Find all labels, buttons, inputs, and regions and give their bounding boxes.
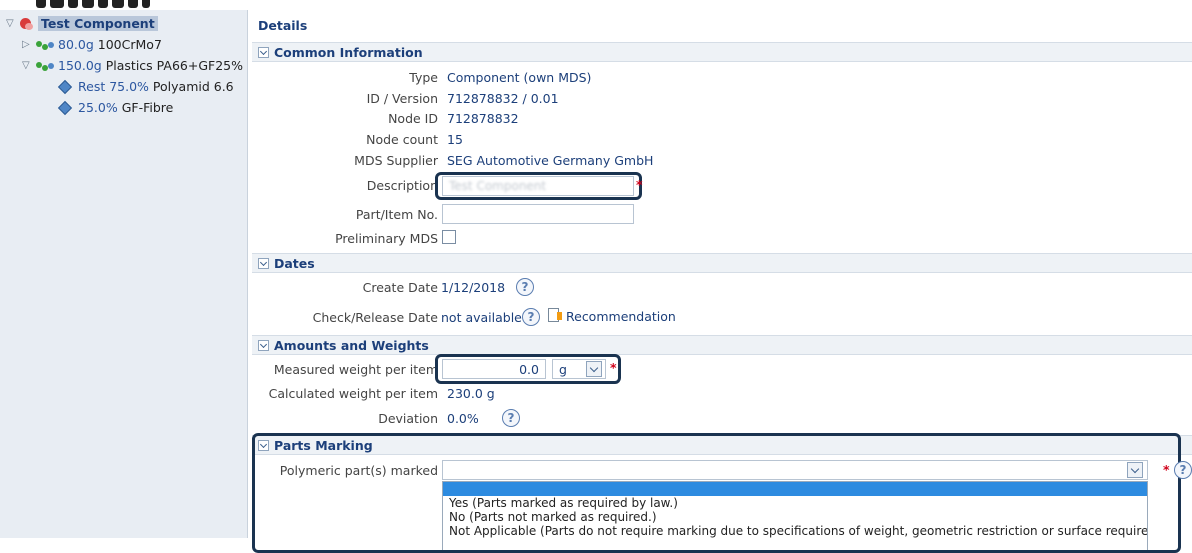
tree-item-name: GF-Fibre xyxy=(121,100,174,115)
node-count-label: Node count xyxy=(366,132,438,147)
help-icon[interactable]: ? xyxy=(502,409,520,427)
preliminary-mds-checkbox[interactable] xyxy=(442,230,456,244)
expand-toggle-icon[interactable]: ▷ xyxy=(22,39,36,50)
preliminary-mds-label: Preliminary MDS xyxy=(335,231,438,246)
tree-item-name: Polyamid 6.6 xyxy=(152,79,234,94)
material-icon xyxy=(57,79,73,94)
section-amounts-weights[interactable]: Amounts and Weights xyxy=(252,335,1192,355)
node-id-label: Node ID xyxy=(388,111,438,126)
collapse-chevron-icon[interactable] xyxy=(258,258,269,269)
semi-component-icon xyxy=(36,60,56,72)
section-common-information[interactable]: Common Information xyxy=(252,42,1192,62)
component-icon xyxy=(20,17,36,31)
help-icon[interactable]: ? xyxy=(522,308,540,326)
tree-item-weight: 80.0g xyxy=(58,37,94,52)
tree-item[interactable]: ▽ 150.0g Plastics PA66+GF25% xyxy=(22,58,243,73)
parts-marking-highlight xyxy=(252,433,1181,553)
component-tree: ▽ Test Component ▷ 80.0g 100CrMo7 ▽ 150.… xyxy=(0,10,248,538)
deviation-label: Deviation xyxy=(378,411,438,426)
measured-weight-label: Measured weight per item xyxy=(273,362,438,377)
chevron-down-icon[interactable] xyxy=(586,361,602,377)
recommendation-link[interactable]: Recommendation xyxy=(566,309,676,324)
calculated-weight-label: Calculated weight per item xyxy=(268,386,438,401)
section-heading: Dates xyxy=(274,256,315,271)
tree-item-name: Plastics PA66+GF25% xyxy=(105,58,243,73)
node-id-value: 712878832 xyxy=(447,111,519,126)
calculated-weight-value: 230.0 g xyxy=(447,386,495,401)
weight-unit-select[interactable]: g xyxy=(552,359,606,379)
type-label: Type xyxy=(409,70,438,85)
id-version-label: ID / Version xyxy=(366,91,438,106)
top-glyph xyxy=(112,0,124,8)
description-field[interactable]: Test Component xyxy=(442,176,634,196)
tree-item-weight: Rest 75.0% xyxy=(78,79,149,94)
tree-item-name: 100CrMo7 xyxy=(97,37,162,52)
part-item-label: Part/Item No. xyxy=(355,207,438,222)
collapse-chevron-icon[interactable] xyxy=(258,47,269,58)
help-icon[interactable]: ? xyxy=(1174,461,1192,479)
node-count-value: 15 xyxy=(447,132,463,147)
top-glyph xyxy=(82,0,94,8)
semi-component-icon xyxy=(36,39,56,51)
top-glyph xyxy=(142,0,150,8)
description-value: Test Component xyxy=(449,179,547,193)
mds-supplier-value: SEG Automotive Germany GmbH xyxy=(447,153,654,168)
part-item-input[interactable] xyxy=(442,204,634,224)
tree-item-weight: 25.0% xyxy=(78,100,118,115)
create-date-value: 1/12/2018 xyxy=(441,280,506,295)
details-panel: Details Common Information Type Componen… xyxy=(252,10,1192,553)
create-date-label: Create Date xyxy=(362,280,438,295)
top-glyph xyxy=(98,0,108,8)
expand-toggle-icon[interactable]: ▽ xyxy=(6,18,20,29)
required-marker: * xyxy=(636,177,643,192)
deviation-value: 0.0% xyxy=(447,411,479,426)
type-value: Component (own MDS) xyxy=(447,70,592,85)
tree-root[interactable]: ▽ Test Component xyxy=(6,16,158,31)
top-glyph xyxy=(50,0,64,8)
collapse-chevron-icon[interactable] xyxy=(258,340,269,351)
tree-item[interactable]: Rest 75.0% Polyamid 6.6 xyxy=(56,79,234,94)
section-dates[interactable]: Dates xyxy=(252,253,1192,273)
measured-weight-value: 0.0 xyxy=(519,362,539,377)
weight-unit-value: g xyxy=(559,362,567,377)
check-release-value: not available xyxy=(441,310,522,325)
description-label: Description xyxy=(366,178,438,193)
id-version-value: 712878832 / 0.01 xyxy=(447,91,559,106)
material-icon xyxy=(57,100,73,115)
tree-root-label: Test Component xyxy=(38,16,158,31)
expand-toggle-icon[interactable]: ▽ xyxy=(22,60,36,71)
recommendation-icon[interactable] xyxy=(548,308,562,322)
section-heading: Common Information xyxy=(274,45,423,60)
top-glyph xyxy=(68,0,78,8)
mds-supplier-label: MDS Supplier xyxy=(354,153,438,168)
required-marker: * xyxy=(610,360,617,375)
tree-item[interactable]: 25.0% GF-Fibre xyxy=(56,100,173,115)
section-heading: Amounts and Weights xyxy=(274,338,429,353)
top-glyph xyxy=(36,0,46,8)
tree-item-weight: 150.0g xyxy=(58,58,102,73)
help-icon[interactable]: ? xyxy=(516,278,534,296)
details-title: Details xyxy=(258,18,308,33)
top-glyph xyxy=(128,0,138,8)
check-release-label: Check/Release Date xyxy=(312,310,438,325)
tree-item[interactable]: ▷ 80.0g 100CrMo7 xyxy=(22,37,162,52)
measured-weight-input[interactable]: 0.0 xyxy=(442,359,546,379)
